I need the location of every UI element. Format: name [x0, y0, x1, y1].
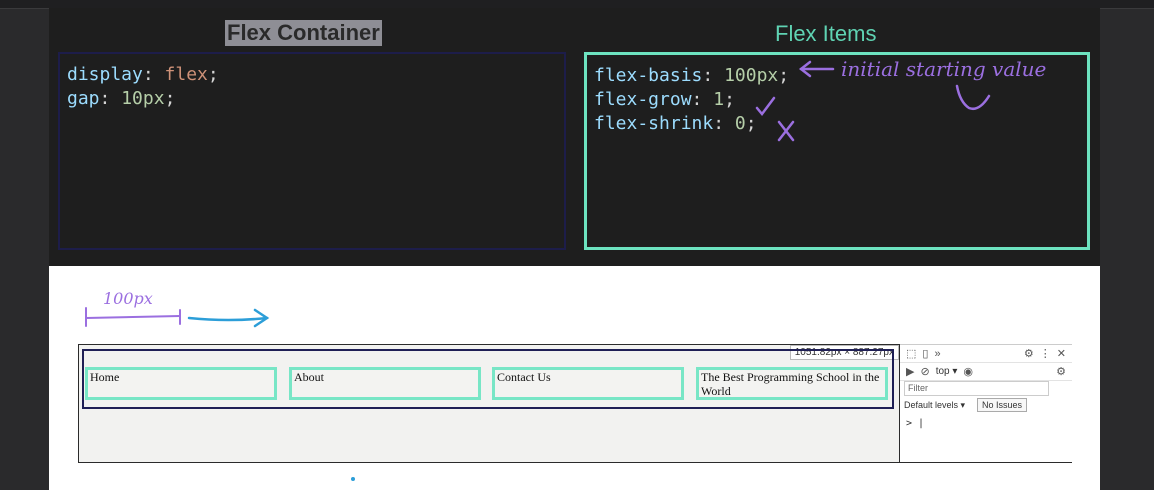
console-settings-icon[interactable]: ⚙ — [1056, 365, 1066, 378]
console-prompt[interactable]: > | — [906, 418, 924, 429]
nav-item-home[interactable]: Home — [85, 367, 277, 400]
close-icon[interactable]: ✕ — [1057, 347, 1066, 360]
clear-console-icon[interactable]: ⊘ — [920, 365, 929, 378]
eye-icon[interactable]: ◉ — [963, 365, 973, 378]
cursor-dot — [351, 477, 355, 481]
x-mark-icon — [777, 120, 795, 142]
devtools-toolbar: ⬚ ▯ » ⚙ ⋮ ✕ — [900, 345, 1072, 363]
basis-note: initial starting value — [841, 57, 1046, 81]
gear-icon[interactable]: ⚙ — [1024, 347, 1034, 360]
device-toggle-icon[interactable]: ▯ — [922, 347, 928, 360]
grow-arrow — [187, 316, 269, 322]
nav-item-about[interactable]: About — [289, 367, 481, 400]
check-mark-icon — [755, 96, 776, 117]
inspect-icon[interactable]: ⬚ — [906, 347, 916, 360]
filter-input[interactable]: Filter — [904, 381, 1049, 396]
handwritten-annotations: initial starting value — [755, 57, 1046, 142]
slide: Flex Container Flex Items display: flex;… — [49, 8, 1100, 490]
context-select[interactable]: top ▾ — [936, 366, 958, 377]
console-toolbar: ▶ ⊘ top ▾ ◉ ⚙ — [900, 363, 1072, 381]
browser-viewport: 1051.82px × 887.27px Home About Contact … — [78, 344, 900, 463]
kebab-menu-icon[interactable]: ⋮ — [1040, 347, 1051, 360]
devtools-panel: ⬚ ▯ » ⚙ ⋮ ✕ ▶ ⊘ top ▾ ◉ ⚙ Filter Default… — [900, 344, 1072, 463]
demo-section: 100px 1051.82px × 887.27px Home About Co… — [49, 266, 1100, 490]
code-section: Flex Container Flex Items display: flex;… — [49, 8, 1100, 266]
flex-nav: Home About Contact Us The Best Programmi… — [82, 349, 894, 409]
levels-dropdown[interactable]: Default levels ▾ — [904, 400, 965, 411]
sidebar-toggle-icon[interactable]: ▶ — [906, 365, 914, 378]
more-tabs-icon[interactable]: » — [934, 348, 940, 360]
issues-button[interactable]: No Issues — [977, 398, 1028, 412]
nav-item-contact[interactable]: Contact Us — [492, 367, 684, 400]
underline-swoosh — [955, 84, 991, 110]
width-note: 100px — [103, 289, 153, 308]
nav-item-school[interactable]: The Best Programming School in the World — [696, 367, 888, 400]
width-line — [85, 315, 181, 319]
